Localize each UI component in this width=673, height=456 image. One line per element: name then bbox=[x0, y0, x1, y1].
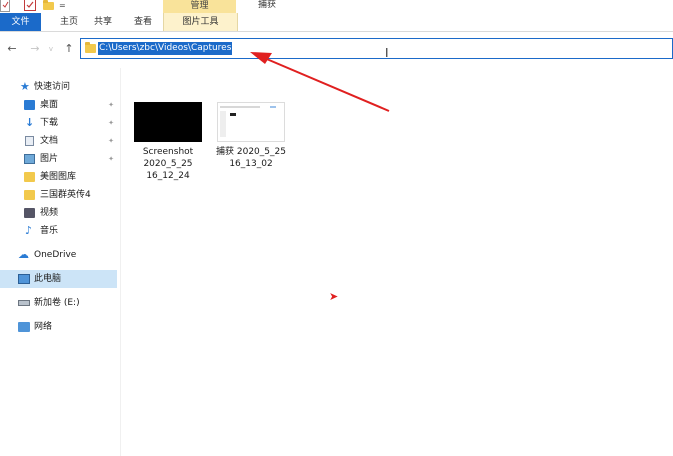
navigation-row: ← → v ↑ C:\Users\zbc\Videos\Captures bbox=[0, 32, 673, 68]
desktop-icon bbox=[24, 100, 35, 110]
sidebar-item-label: 音乐 bbox=[40, 226, 59, 236]
download-icon: ↓ bbox=[25, 116, 35, 129]
folder-icon bbox=[85, 42, 96, 53]
sidebar-item-videos[interactable]: 视频 bbox=[0, 204, 117, 222]
customize-toolbar-icon[interactable]: = bbox=[59, 1, 66, 12]
address-bar[interactable]: C:\Users\zbc\Videos\Captures bbox=[80, 38, 673, 59]
pin-icon[interactable]: ✦ bbox=[108, 96, 114, 114]
sidebar-item-this-pc[interactable]: 此电脑 bbox=[0, 270, 117, 288]
title-bar: = 管理 捕获 bbox=[0, 0, 673, 13]
folder-icon bbox=[24, 190, 35, 200]
picture-icon bbox=[24, 154, 35, 164]
file-item[interactable]: Screenshot 2020_5_25 16_12_24 bbox=[132, 102, 204, 186]
recent-locations-chevron-icon[interactable]: v bbox=[44, 41, 58, 57]
cloud-icon: ☁ bbox=[18, 248, 29, 261]
sidebar-item-label: 快速访问 bbox=[34, 82, 71, 92]
sidebar-item-label: 视频 bbox=[40, 208, 59, 218]
address-input[interactable]: C:\Users\zbc\Videos\Captures bbox=[98, 42, 233, 55]
pin-icon[interactable]: ✦ bbox=[108, 132, 114, 150]
file-name: 捕获 2020_5_25 16_13_02 bbox=[216, 147, 286, 169]
sidebar-item-desktop[interactable]: 桌面 ✦ bbox=[0, 96, 117, 114]
tab-view[interactable]: 查看 bbox=[128, 13, 158, 31]
sidebar-item-label: 三国群英传4 bbox=[40, 190, 91, 200]
sidebar-item-label: 下载 bbox=[40, 118, 59, 128]
sidebar-item-label: 新加卷 (E:) bbox=[34, 298, 80, 308]
tab-file[interactable]: 文件 bbox=[0, 13, 41, 31]
music-icon: ♪ bbox=[25, 224, 33, 237]
properties-icon[interactable] bbox=[0, 0, 10, 12]
sidebar-item-label: 美图图库 bbox=[40, 172, 77, 182]
sidebar-item-onedrive[interactable]: ☁ OneDrive bbox=[0, 246, 117, 264]
drive-icon bbox=[18, 300, 30, 306]
star-icon: ★ bbox=[20, 80, 30, 93]
sidebar-item-label: 图片 bbox=[40, 154, 59, 164]
forward-arrow-icon[interactable]: → bbox=[28, 41, 42, 57]
video-thumbnail[interactable] bbox=[134, 102, 202, 142]
sidebar-item-music[interactable]: ♪ 音乐 bbox=[0, 222, 117, 240]
file-name: Screenshot 2020_5_25 16_12_24 bbox=[142, 147, 194, 181]
sidebar-item-label: 此电脑 bbox=[34, 274, 62, 284]
sidebar-item-documents[interactable]: 文档 ✦ bbox=[0, 132, 117, 150]
pointer-marker-icon: ➤ bbox=[329, 290, 339, 303]
tab-home[interactable]: 主页 bbox=[52, 13, 86, 31]
new-folder-icon[interactable] bbox=[43, 0, 54, 10]
manage-context-label: 管理 bbox=[163, 0, 236, 13]
computer-icon bbox=[18, 274, 30, 284]
back-arrow-icon[interactable]: ← bbox=[5, 41, 19, 57]
sidebar-item-network[interactable]: 网络 bbox=[0, 318, 117, 336]
navigation-pane: ★ 快速访问 桌面 ✦ ↓ 下载 ✦ 文档 ✦ 图片 ✦ 美图图库 三国群英传4… bbox=[0, 68, 121, 456]
image-thumbnail[interactable] bbox=[217, 102, 285, 142]
sidebar-item-drive-e[interactable]: 新加卷 (E:) bbox=[0, 294, 117, 312]
window-title: 捕获 bbox=[258, 0, 277, 10]
file-item[interactable]: 捕获 2020_5_25 16_13_02 bbox=[215, 102, 287, 174]
sidebar-item-sanguo[interactable]: 三国群英传4 bbox=[0, 186, 117, 204]
up-arrow-icon[interactable]: ↑ bbox=[62, 41, 76, 57]
document-icon bbox=[25, 136, 34, 146]
tab-share[interactable]: 共享 bbox=[88, 13, 118, 31]
checklist-icon[interactable] bbox=[24, 0, 36, 11]
sidebar-item-label: 文档 bbox=[40, 136, 59, 146]
ribbon-tabs: 文件 主页 共享 查看 图片工具 bbox=[0, 13, 673, 32]
text-cursor-icon: Ι bbox=[385, 46, 389, 60]
pin-icon[interactable]: ✦ bbox=[108, 150, 114, 168]
sidebar-item-label: 网络 bbox=[34, 322, 53, 332]
sidebar-item-meitu-gallery[interactable]: 美图图库 bbox=[0, 168, 117, 186]
video-icon bbox=[24, 208, 35, 218]
sidebar-item-quick-access[interactable]: ★ 快速访问 bbox=[0, 78, 117, 96]
folder-icon bbox=[24, 172, 35, 182]
sidebar-item-label: 桌面 bbox=[40, 100, 59, 110]
sidebar-item-label: OneDrive bbox=[34, 250, 77, 260]
pin-icon[interactable]: ✦ bbox=[108, 114, 114, 132]
sidebar-item-pictures[interactable]: 图片 ✦ bbox=[0, 150, 117, 168]
tab-picture-tools[interactable]: 图片工具 bbox=[163, 13, 238, 31]
network-icon bbox=[18, 322, 30, 332]
sidebar-item-downloads[interactable]: ↓ 下载 ✦ bbox=[0, 114, 117, 132]
